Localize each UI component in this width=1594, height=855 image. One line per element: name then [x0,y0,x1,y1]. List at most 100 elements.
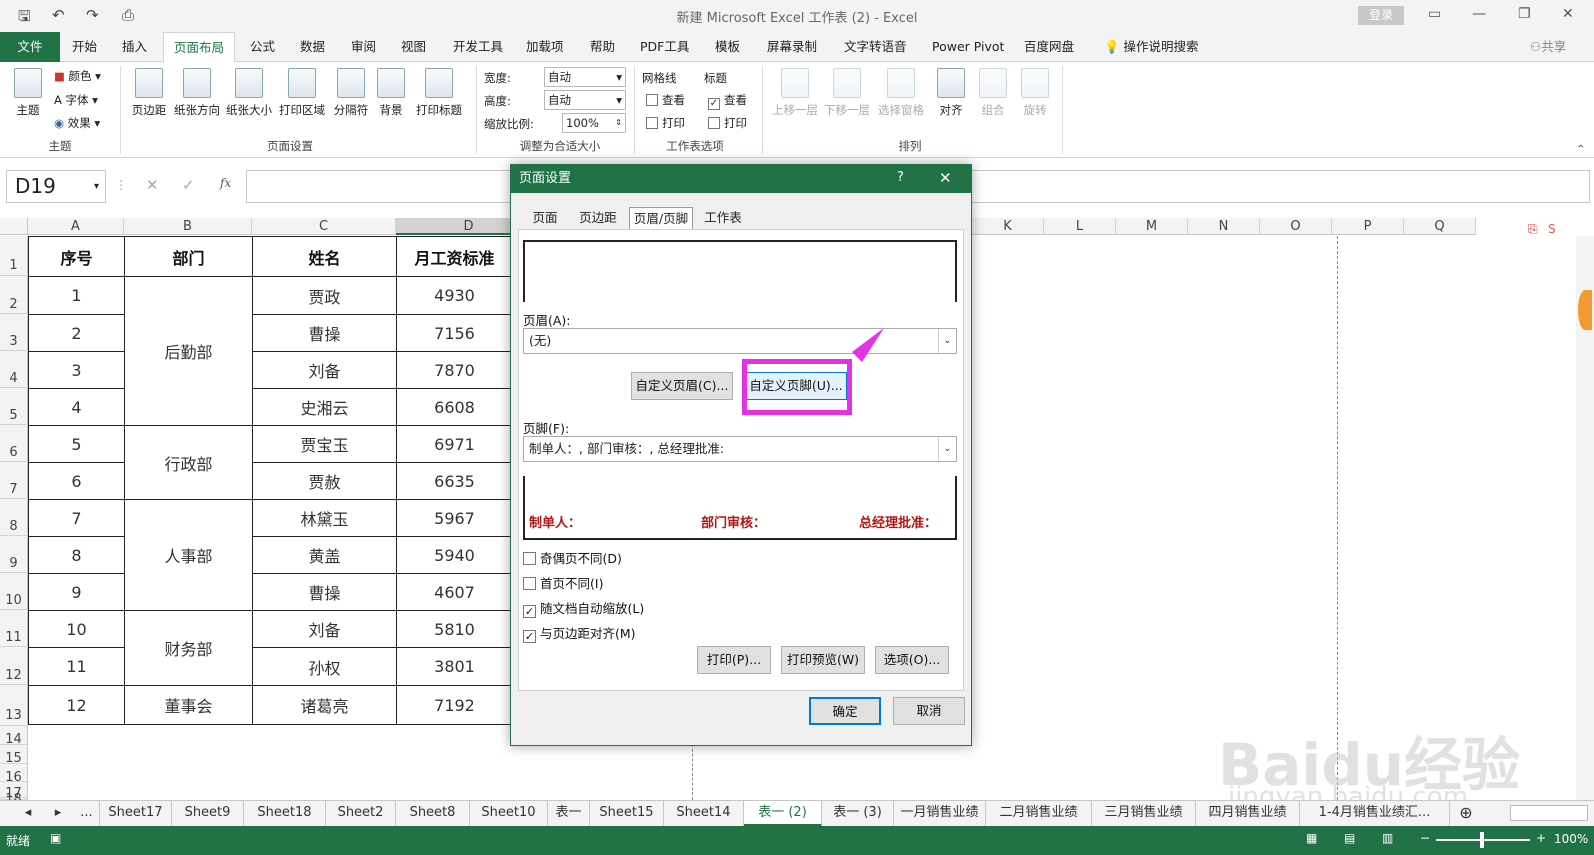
share-button[interactable]: ⚇共享 [1520,32,1576,62]
column-header[interactable]: A [28,218,124,235]
normal-view-icon[interactable]: ▦ [1306,831,1317,845]
sheet-tab[interactable]: 三月销售业绩 [1092,801,1196,826]
row-header[interactable]: 10 [0,573,28,610]
sheet-tab[interactable]: Sheet14 [664,801,744,826]
tab-home[interactable]: 开始 [62,32,107,62]
tab-templates[interactable]: 模板 [705,32,750,62]
row-header[interactable]: 9 [0,536,28,573]
id-cell[interactable]: 4 [28,388,125,426]
print-titles-button[interactable]: 打印标题 [412,68,466,118]
tab-text-to-speech[interactable]: 文字转语音 [834,32,917,62]
name-cell[interactable]: 贾政 [252,276,397,315]
help-icon[interactable]: ? [897,170,904,185]
department-cell[interactable]: 财务部 [124,610,253,686]
margins-button[interactable]: 页边距 [128,68,170,118]
send-backward-button[interactable]: 下移一层 [824,68,870,118]
id-cell[interactable]: 3 [28,351,125,389]
restore-icon[interactable]: ❐ [1518,6,1531,22]
zoom-in-icon[interactable]: + [1536,831,1546,845]
column-header[interactable]: K [972,218,1044,235]
themes-button[interactable]: 主题 [10,68,46,118]
salary-cell[interactable]: 4930 [396,276,513,315]
addin-icon[interactable]: ⎘ [1528,222,1538,237]
tell-me-search[interactable]: 💡 操作说明搜索 [1094,32,1209,62]
id-cell[interactable]: 7 [28,499,125,537]
effects-button[interactable]: ◉ 效果 ▾ [54,115,100,131]
floating-widget-icon[interactable] [1578,290,1592,330]
sheet-tab[interactable]: Sheet18 [244,801,326,826]
id-cell[interactable]: 10 [28,610,125,648]
salary-cell[interactable]: 6971 [396,425,513,463]
close-icon[interactable]: ✕ [939,169,952,187]
sheet-tab[interactable]: Sheet10 [470,801,548,826]
row-header[interactable]: 7 [0,462,28,499]
width-select[interactable]: 自动 ▾ [544,67,626,87]
name-cell[interactable]: 黄盖 [252,536,397,574]
salary-cell[interactable]: 5967 [396,499,513,537]
name-cell[interactable]: 贾赦 [252,462,397,500]
row-header[interactable]: 12 [0,647,28,685]
tab-page[interactable]: 页面 [523,207,567,229]
department-cell[interactable]: 董事会 [124,685,253,725]
name-cell[interactable]: 刘备 [252,351,397,389]
row-header[interactable]: 11 [0,610,28,647]
headings-view-checkbox[interactable]: ✓ 查看 [708,92,747,110]
sogou-icon[interactable]: S [1548,222,1556,236]
scale-with-doc-checkbox[interactable]: ✓ 随文档自动缩放(L) [523,598,644,618]
table-header-cell[interactable]: 序号 [28,236,125,277]
footer-select[interactable]: 制单人：, 部门审核：, 总经理批准: ⌄ [523,436,957,462]
tab-addins[interactable]: 加载项 [516,32,574,62]
row-header[interactable]: 4 [0,351,28,388]
gridlines-print-checkbox[interactable]: 打印 [646,115,685,131]
name-cell[interactable]: 刘备 [252,610,397,648]
id-cell[interactable]: 8 [28,536,125,574]
table-header-cell[interactable]: 部门 [124,236,253,277]
sheet-tab[interactable]: Sheet15 [590,801,664,826]
column-header[interactable]: M [1116,218,1188,235]
breaks-button[interactable]: 分隔符 [330,68,372,118]
horizontal-scrollbar[interactable] [1510,805,1588,821]
close-window-icon[interactable]: ✕ [1562,6,1574,22]
size-button[interactable]: 纸张大小 [224,68,274,118]
first-page-checkbox[interactable]: 首页不同(I) [523,573,603,592]
more-sheets-button[interactable]: ... [74,801,100,826]
sheet-tab[interactable]: 表一 (3) [822,801,894,826]
collapse-ribbon-icon[interactable]: ⌃ [1576,142,1586,156]
salary-cell[interactable]: 5940 [396,536,513,574]
orientation-button[interactable]: 纸张方向 [172,68,222,118]
salary-cell[interactable]: 5810 [396,610,513,648]
select-all-corner[interactable] [0,218,28,235]
options-button[interactable]: 选项(O)... [875,646,949,674]
salary-cell[interactable]: 7192 [396,685,513,725]
scroll-right-icon[interactable]: ▸ [48,801,68,826]
odd-even-checkbox[interactable]: 奇偶页不同(D) [523,548,622,567]
add-sheet-icon[interactable]: ⊕ [1455,801,1477,826]
column-header[interactable]: B [124,218,252,235]
zoom-slider-thumb[interactable] [1480,832,1484,848]
selection-pane-button[interactable]: 选择窗格 [876,68,926,118]
insert-function-icon[interactable]: fx [220,176,231,190]
name-cell[interactable]: 孙权 [252,647,397,686]
tab-page-layout[interactable]: 页面布局 [163,32,236,63]
background-button[interactable]: 背景 [374,68,408,118]
salary-cell[interactable]: 3801 [396,647,513,686]
department-cell[interactable]: 人事部 [124,499,253,611]
name-cell[interactable]: 诸葛亮 [252,685,397,725]
enter-icon[interactable]: ✓ [182,176,195,194]
id-cell[interactable]: 9 [28,573,125,611]
column-header[interactable]: N [1188,218,1260,235]
tab-baidu-netdisk[interactable]: 百度网盘 [1014,32,1084,62]
name-cell[interactable]: 曹操 [252,314,397,352]
id-cell[interactable]: 6 [28,462,125,500]
name-box[interactable]: D19 ▾ [6,170,106,203]
sheet-tab[interactable]: 二月销售业绩 [986,801,1092,826]
column-header[interactable]: L [1044,218,1116,235]
print-area-button[interactable]: 打印区域 [276,68,328,118]
sheet-tab[interactable]: 一月销售业绩 [894,801,986,826]
tab-sheet[interactable]: 工作表 [699,207,747,229]
row-header[interactable]: 14 [0,726,28,747]
zoom-level[interactable]: 100% [1554,832,1588,846]
name-cell[interactable]: 曹操 [252,573,397,611]
salary-cell[interactable]: 6608 [396,388,513,426]
print-preview-button[interactable]: 打印预览(W) [781,646,865,674]
